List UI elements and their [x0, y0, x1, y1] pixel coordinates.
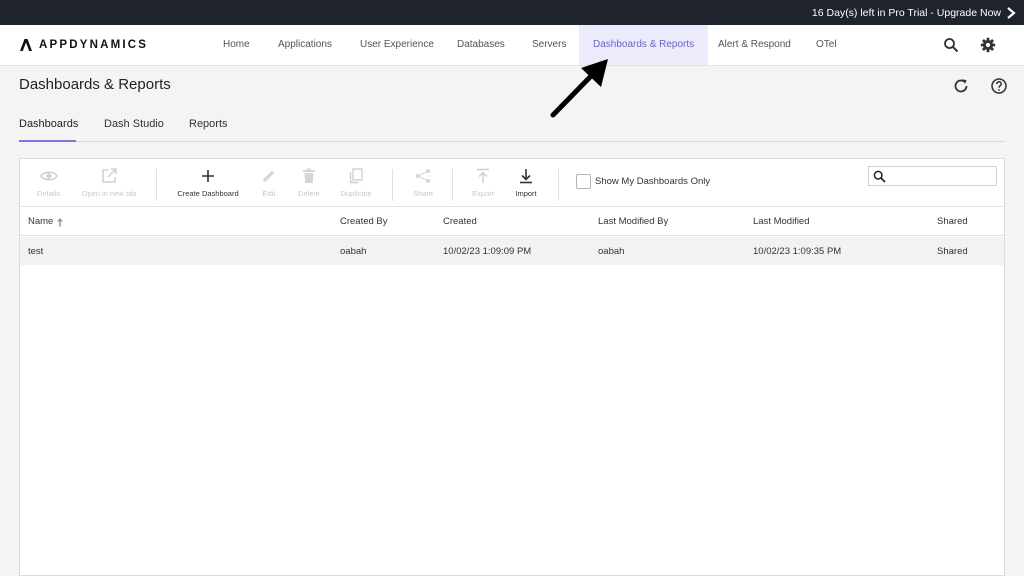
column-header-last-modified-by[interactable]: Last Modified By	[598, 216, 668, 227]
table-row[interactable]: test oabah 10/02/23 1:09:09 PM oabah 10/…	[20, 237, 1004, 265]
edit-button[interactable]: Edit	[254, 167, 284, 198]
column-header-created-by[interactable]: Created By	[340, 216, 388, 227]
details-label: Details	[37, 189, 60, 198]
export-button[interactable]: Export	[468, 167, 498, 198]
tab-reports[interactable]: Reports	[189, 118, 228, 130]
create-dashboard-label: Create Dashboard	[177, 189, 239, 198]
external-link-icon	[102, 168, 117, 183]
share-button[interactable]: Share	[408, 167, 438, 198]
cell-last-modified-by: oabah	[598, 246, 625, 257]
open-in-new-tab-label: Open in new tab	[81, 189, 137, 198]
duplicate-icon	[349, 168, 363, 184]
appdynamics-logo[interactable]: APPDYNAMICS	[19, 38, 148, 52]
cell-last-modified: 10/02/23 1:09:35 PM	[753, 246, 842, 257]
nav-otel[interactable]: OTel	[816, 25, 837, 65]
active-tab-indicator	[19, 140, 76, 142]
trial-banner[interactable]: 16 Day(s) left in Pro Trial - Upgrade No…	[0, 0, 1024, 25]
cell-name[interactable]: test	[28, 246, 43, 257]
export-label: Export	[472, 189, 494, 198]
appdynamics-logo-icon	[20, 39, 32, 51]
cell-shared: Shared	[937, 246, 968, 257]
open-in-new-tab-button[interactable]: Open in new tab	[79, 167, 139, 198]
table-header: Name Created By Created Last Modified By…	[20, 207, 1004, 236]
column-header-last-modified[interactable]: Last Modified	[753, 216, 810, 227]
toolbar-divider	[452, 169, 453, 201]
plus-icon	[202, 170, 214, 182]
top-navigation: APPDYNAMICS Home Applications User Exper…	[0, 25, 1024, 66]
download-icon	[520, 169, 532, 184]
nav-applications[interactable]: Applications	[278, 25, 332, 65]
dashboards-panel: Details Open in new tab Create Dashboard…	[19, 158, 1005, 576]
nav-home[interactable]: Home	[223, 25, 250, 65]
show-my-dashboards-label[interactable]: Show My Dashboards Only	[595, 176, 710, 187]
pencil-icon	[263, 170, 275, 182]
sort-ascending-icon[interactable]	[56, 217, 64, 227]
delete-button[interactable]: Delete	[294, 167, 324, 198]
toolbar-divider	[558, 169, 559, 201]
brand-name: APPDYNAMICS	[39, 39, 149, 51]
search-icon	[873, 170, 886, 183]
cell-created-by: oabah	[340, 246, 367, 257]
column-header-shared[interactable]: Shared	[937, 216, 968, 227]
tab-dash-studio[interactable]: Dash Studio	[104, 118, 164, 130]
column-header-created[interactable]: Created	[443, 216, 477, 227]
dashboard-search[interactable]	[868, 166, 997, 186]
column-header-name[interactable]: Name	[28, 216, 64, 227]
gear-icon[interactable]	[980, 37, 996, 53]
annotation-arrow-icon	[550, 59, 608, 118]
toolbar: Details Open in new tab Create Dashboard…	[20, 159, 1004, 207]
chevron-right-icon[interactable]	[1004, 6, 1018, 20]
toolbar-divider	[392, 169, 393, 201]
dashboard-tabs: Dashboards Dash Studio Reports	[19, 116, 1005, 142]
show-my-dashboards-checkbox[interactable]	[576, 174, 591, 189]
help-icon[interactable]	[990, 77, 1008, 95]
column-header-name-label: Name	[28, 216, 54, 227]
tab-dashboards[interactable]: Dashboards	[19, 118, 78, 130]
import-button[interactable]: Import	[510, 167, 542, 198]
page-title: Dashboards & Reports	[19, 76, 171, 93]
trial-banner-text[interactable]: 16 Day(s) left in Pro Trial - Upgrade No…	[812, 7, 1001, 19]
eye-icon	[39, 171, 58, 181]
nav-databases[interactable]: Databases	[457, 25, 505, 65]
duplicate-label: Duplicate	[340, 189, 372, 198]
upload-icon	[477, 168, 489, 183]
refresh-icon[interactable]	[952, 77, 970, 95]
trash-icon	[303, 168, 315, 183]
toolbar-divider	[156, 169, 157, 201]
dashboard-search-input[interactable]	[889, 168, 993, 184]
delete-label: Delete	[298, 189, 320, 198]
edit-label: Edit	[262, 189, 276, 198]
nav-user-experience[interactable]: User Experience	[360, 25, 434, 65]
share-label: Share	[412, 189, 433, 198]
create-dashboard-button[interactable]: Create Dashboard	[174, 167, 242, 198]
details-button[interactable]: Details	[32, 167, 65, 198]
import-label: Import	[515, 189, 537, 198]
cell-created: 10/02/23 1:09:09 PM	[443, 246, 532, 257]
nav-alert-respond[interactable]: Alert & Respond	[718, 25, 791, 65]
share-icon	[416, 169, 430, 183]
duplicate-button[interactable]: Duplicate	[336, 167, 376, 198]
search-icon[interactable]	[943, 37, 959, 53]
